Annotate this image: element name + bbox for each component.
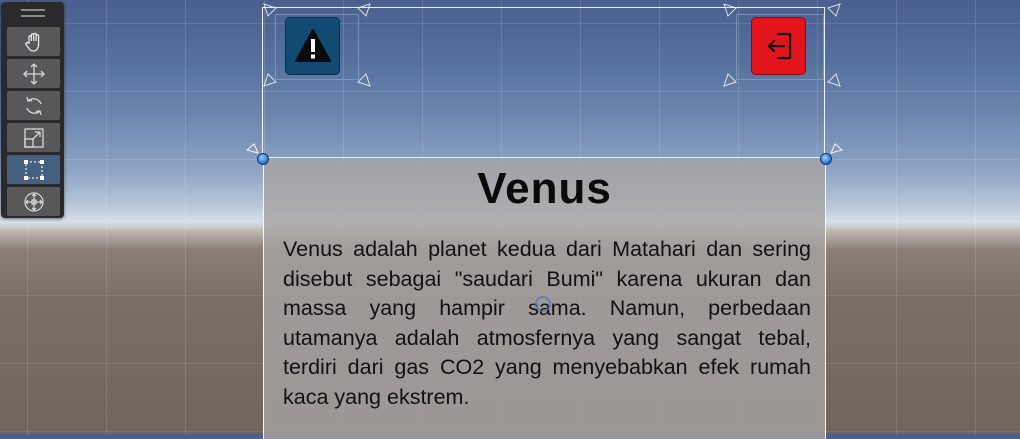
transform-tool-button[interactable] [7,187,60,216]
scale-icon [23,127,44,148]
rotate-icon [25,96,42,115]
anchor-handle-top-right[interactable] [826,2,842,18]
move-tool-button[interactable] [7,59,60,88]
warning-icon [294,29,331,62]
move-arrows-icon [22,62,45,85]
planet-description: Venus adalah planet kedua dari Matahari … [283,237,811,409]
scale-tool-button[interactable] [7,123,60,152]
exit-button[interactable] [751,17,806,75]
rect-pivot-handle[interactable] [535,296,551,312]
hand-tool-button[interactable] [7,27,60,56]
rect-transform-icon [23,159,44,180]
rotate-tool-button[interactable] [7,91,60,120]
hand-icon [24,32,39,52]
rect-tool-button[interactable] [7,155,60,184]
planet-title: Venus [477,164,612,213]
transform-icon [23,191,44,212]
palette-drag-handle[interactable] [21,9,45,17]
warning-button[interactable] [285,17,340,75]
rect-corner-handle[interactable] [820,153,832,165]
exit-icon [767,32,791,60]
rect-corner-handle[interactable] [257,153,269,165]
anchor-handle-bottom-right[interactable] [826,72,842,88]
scene-tools-palette [1,2,64,218]
